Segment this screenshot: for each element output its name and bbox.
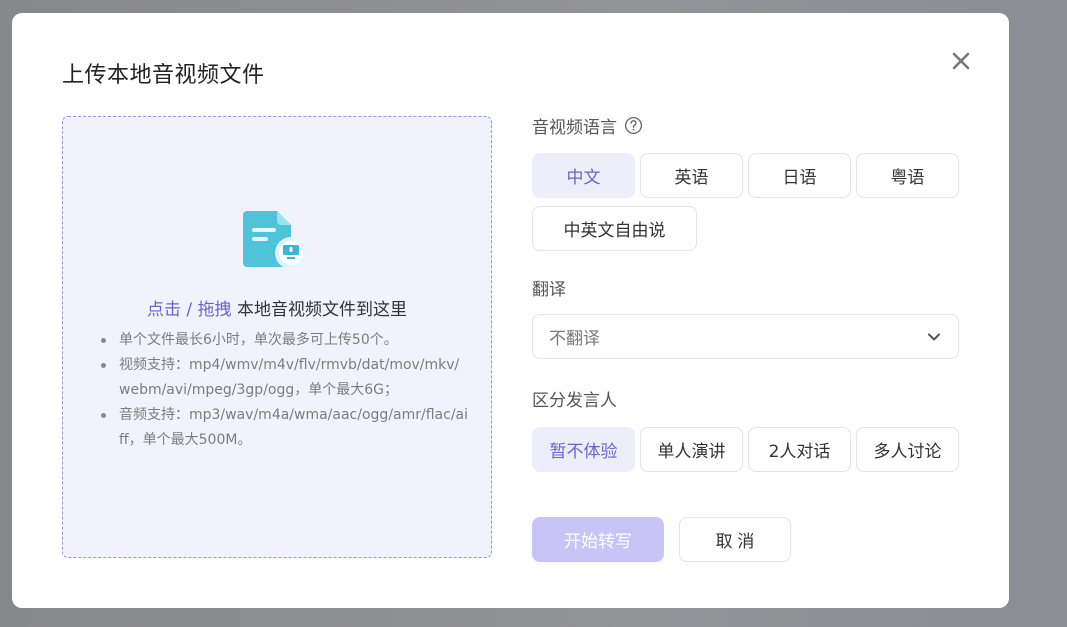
language-option-english[interactable]: 英语 <box>640 153 743 198</box>
action-buttons: 开始转写 取 消 <box>532 517 960 562</box>
language-section-label: 音视频语言 <box>532 113 960 138</box>
separator-text: / <box>181 300 198 320</box>
speaker-label: 区分发言人 <box>532 391 617 411</box>
upload-rules-list: 单个文件最长6小时，单次最多可上传50个。 视频支持：mp4/wmv/m4v/f… <box>99 328 469 453</box>
speaker-section-label: 区分发言人 <box>532 386 960 411</box>
language-option-cantonese[interactable]: 粤语 <box>856 153 959 198</box>
upload-dialog: 上传本地音视频文件 点击 / 拖拽 本地音视频文件到这里 单个文件最长6小时，单… <box>12 13 1009 608</box>
speaker-options: 暂不体验 单人演讲 2人对话 多人讨论 <box>532 427 960 472</box>
rule-item: 单个文件最长6小时，单次最多可上传50个。 <box>99 328 469 353</box>
dialog-title: 上传本地音视频文件 <box>62 63 265 88</box>
settings-panel: 音视频语言 中文 英语 日语 粤语 中英文自由说 翻译 不翻译 区分发言人 暂不… <box>532 113 960 562</box>
dropzone-hint: 本地音视频文件到这里 <box>231 300 407 320</box>
dropzone-instruction: 点击 / 拖拽 本地音视频文件到这里 <box>63 295 491 320</box>
upload-dropzone[interactable]: 点击 / 拖拽 本地音视频文件到这里 单个文件最长6小时，单次最多可上传50个。… <box>62 116 492 558</box>
drag-upload-link[interactable]: 拖拽 <box>198 300 232 320</box>
translate-section-label: 翻译 <box>532 275 960 300</box>
click-upload-link[interactable]: 点击 <box>147 300 181 320</box>
close-icon <box>952 52 970 70</box>
speaker-option-skip[interactable]: 暂不体验 <box>532 427 635 472</box>
rule-item: 视频支持：mp4/wmv/m4v/flv/rmvb/dat/mov/mkv/we… <box>99 353 469 403</box>
cancel-button[interactable]: 取 消 <box>679 517 791 562</box>
language-option-mixed[interactable]: 中英文自由说 <box>532 206 697 251</box>
close-button[interactable] <box>949 49 973 73</box>
language-options: 中文 英语 日语 粤语 中英文自由说 <box>532 153 960 251</box>
language-option-japanese[interactable]: 日语 <box>748 153 851 198</box>
translate-label: 翻译 <box>532 280 566 300</box>
start-transcribe-button[interactable]: 开始转写 <box>532 517 664 562</box>
question-circle-icon[interactable] <box>624 116 643 135</box>
speaker-option-two[interactable]: 2人对话 <box>748 427 851 472</box>
language-option-chinese[interactable]: 中文 <box>532 153 635 198</box>
chevron-down-icon <box>928 333 940 340</box>
translate-value: 不翻译 <box>549 329 600 349</box>
language-label: 音视频语言 <box>532 118 617 138</box>
audio-file-icon <box>243 211 307 269</box>
rule-item: 音频支持：mp3/wav/m4a/wma/aac/ogg/amr/flac/ai… <box>99 403 469 453</box>
speaker-option-single[interactable]: 单人演讲 <box>640 427 743 472</box>
speaker-option-multi[interactable]: 多人讨论 <box>856 427 959 472</box>
translate-select[interactable]: 不翻译 <box>532 314 959 359</box>
